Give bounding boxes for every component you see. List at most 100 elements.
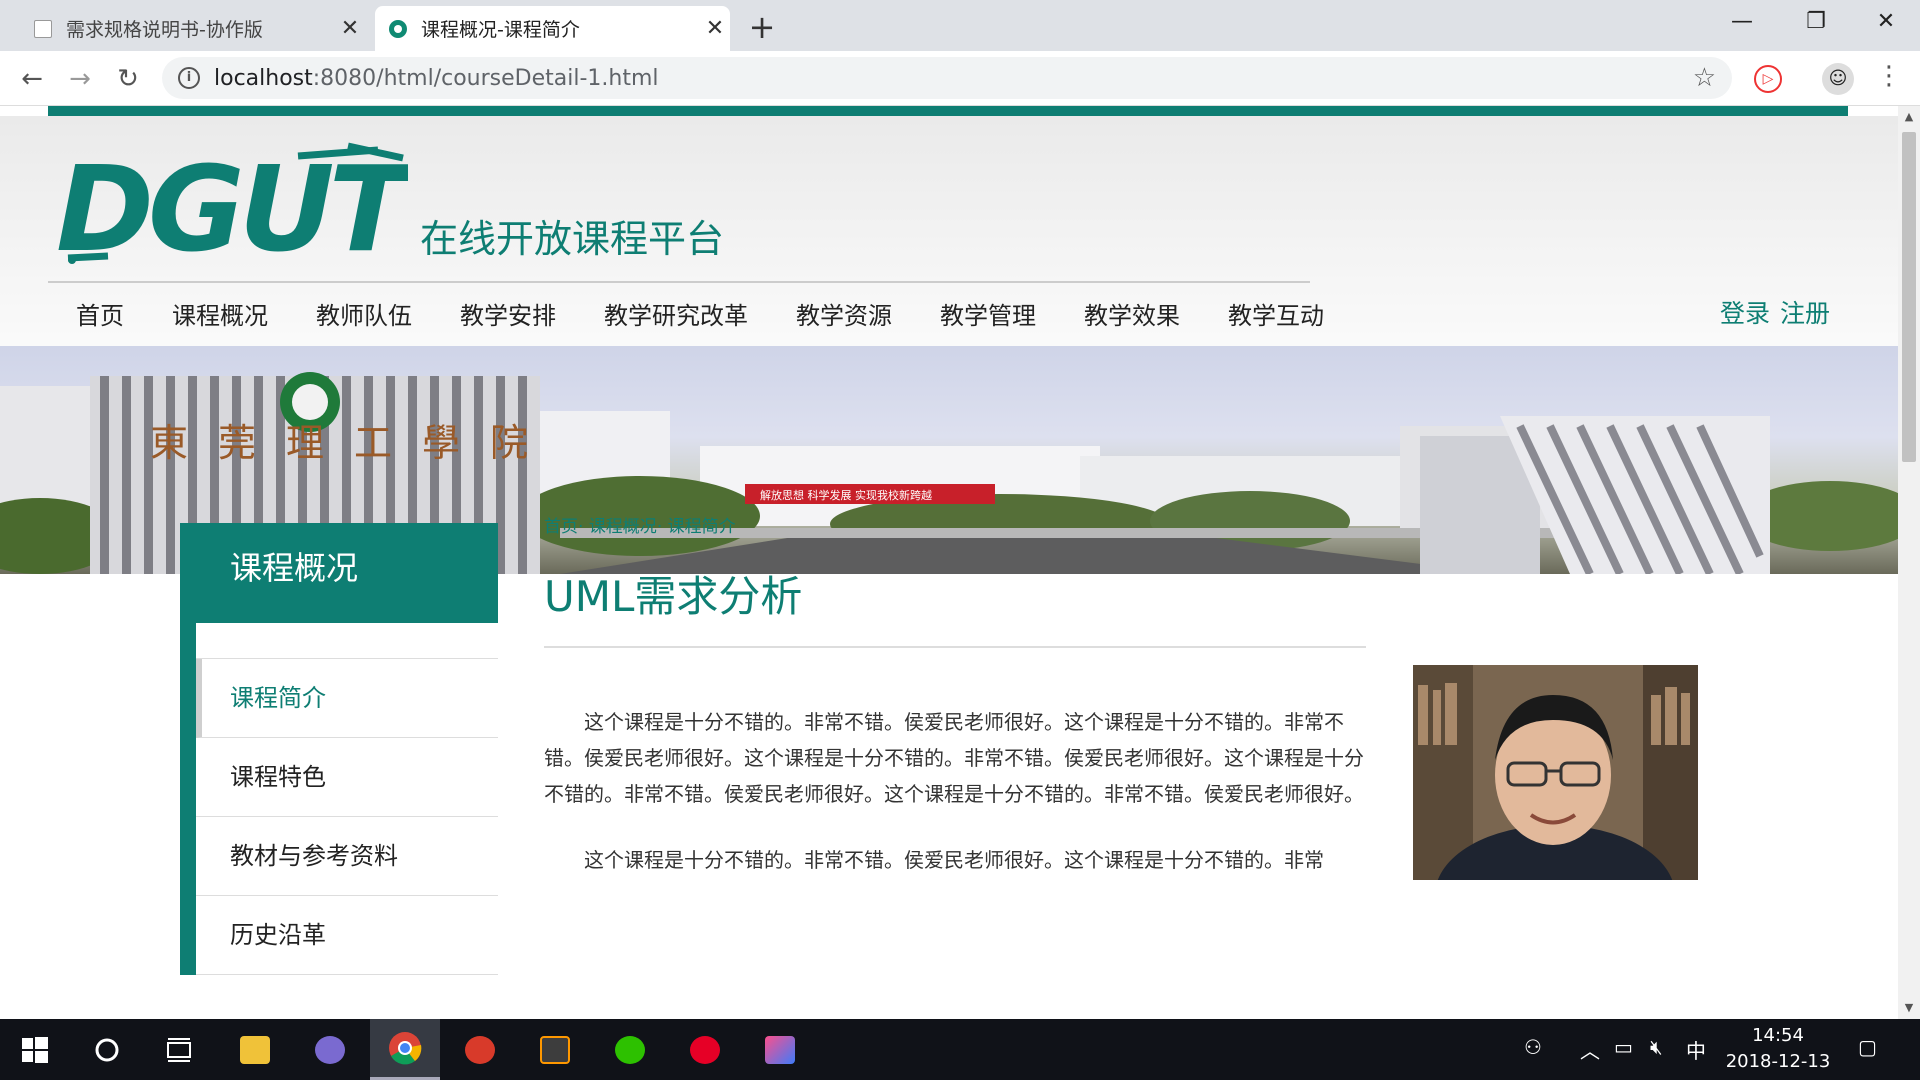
windows-taskbar: ⚇ ︿ ▭ 🔇︎ 中 14:54 2018-12-13 ▢ (0, 1019, 1920, 1080)
sidebar-item-course-intro[interactable]: 课程简介 (196, 659, 498, 738)
page-viewport: DGUT 在线开放课程平台 首页 课程概况 教师队伍 教学安排 教学研究改革 教… (0, 106, 1898, 1019)
sidebar: 课程概况 课程简介 课程特色 教材与参考资料 历史沿革 (180, 523, 498, 975)
register-link[interactable]: 注册 (1780, 299, 1830, 328)
scroll-down-icon[interactable]: ▼ (1898, 997, 1920, 1019)
nav-item-resources[interactable]: 教学资源 (796, 296, 892, 336)
tab-title: 课程概况-课程简介 (421, 19, 580, 41)
login-link[interactable]: 登录 (1720, 299, 1770, 328)
clock-time: 14:54 (1752, 1025, 1804, 1046)
breadcrumb-separator: · (578, 517, 584, 537)
tab-title: 需求规格说明书-协作版 (66, 19, 263, 41)
task-view-button[interactable] (144, 1019, 214, 1080)
new-tab-button[interactable]: + (744, 8, 780, 46)
start-button[interactable] (0, 1019, 70, 1080)
page-scrollbar[interactable]: ▲ ▼ (1898, 106, 1920, 1019)
wechat-icon (615, 1035, 645, 1064)
app-dolphin-button[interactable] (295, 1019, 365, 1080)
browser-tab-course[interactable]: 课程概况-课程简介 ✕ (375, 6, 730, 51)
main-nav: 首页 课程概况 教师队伍 教学安排 教学研究改革 教学资源 教学管理 教学效果 … (48, 296, 1372, 336)
browser-menu-icon[interactable]: ⋮ (1876, 61, 1902, 91)
header-divider (48, 281, 1310, 283)
nav-item-schedule[interactable]: 教学安排 (460, 296, 556, 336)
search-button[interactable] (72, 1019, 142, 1080)
battery-icon[interactable]: ▭ (1614, 1035, 1633, 1059)
banner-slogan: 解放思想 科学发展 实现我校新跨越 (760, 488, 932, 502)
main-content: 首页· 课程概况· 课程简介 UML需求分析 这个课程是十分不错的。非常不错。侯… (544, 512, 1366, 878)
volume-muted-icon[interactable]: 🔇︎ (1650, 1035, 1663, 1059)
forward-button[interactable]: → (62, 61, 98, 97)
intellij-button[interactable] (745, 1019, 815, 1080)
folder-icon (240, 1035, 270, 1064)
info-icon[interactable]: i (178, 67, 200, 89)
clock-date: 2018-12-13 (1725, 1051, 1831, 1072)
nav-item-course-overview[interactable]: 课程概况 (172, 296, 268, 336)
address-bar[interactable]: i localhost:8080/html/courseDetail-1.htm… (162, 57, 1732, 99)
site-favicon-icon (389, 19, 407, 38)
document-icon (34, 19, 52, 38)
notification-icon[interactable]: ▢ (1858, 1035, 1877, 1059)
site-name: 在线开放课程平台 (420, 217, 725, 261)
sidebar-heading: 课程概况 (180, 523, 498, 623)
nav-item-research[interactable]: 教学研究改革 (604, 296, 748, 336)
title-divider (544, 646, 1366, 648)
minimize-button[interactable]: — (1708, 0, 1776, 44)
browser-tab-spec[interactable]: 需求规格说明书-协作版 ✕ (20, 6, 365, 51)
people-icon[interactable]: ⚇ (1524, 1035, 1542, 1059)
svg-text:DGUT: DGUT (56, 140, 408, 273)
sidebar-item-textbooks[interactable]: 教材与参考资料 (196, 817, 498, 896)
intro-paragraph: 这个课程是十分不错的。非常不错。侯爱民老师很好。这个课程是十分不错的。非常不错。… (544, 710, 1364, 806)
tray-expand-icon[interactable]: ︿ (1580, 1035, 1600, 1064)
breadcrumb-home[interactable]: 首页 (544, 517, 578, 537)
nav-item-teachers[interactable]: 教师队伍 (316, 296, 412, 336)
auth-links: 登录 注册 (1710, 294, 1830, 330)
profile-avatar[interactable]: ☺ (1822, 63, 1854, 95)
sidebar-list: 课程简介 课程特色 教材与参考资料 历史沿革 (180, 623, 498, 975)
taskbar-clock[interactable]: 14:54 2018-12-13 (1716, 1023, 1840, 1075)
chrome-button[interactable] (370, 1019, 440, 1080)
scroll-thumb[interactable] (1902, 132, 1916, 462)
breadcrumb-overview[interactable]: 课程概况 (589, 517, 657, 537)
bookmark-star-icon[interactable]: ☆ (1693, 63, 1716, 93)
sidebar-spacer (196, 623, 498, 659)
task-view-icon (167, 1037, 191, 1062)
app-snail-button[interactable] (445, 1019, 515, 1080)
intellij-icon (765, 1035, 795, 1064)
sublime-icon (540, 1035, 570, 1064)
cortana-icon (95, 1038, 119, 1061)
banner-school-name: 東莞理工學院 (150, 421, 558, 465)
dolphin-icon (315, 1035, 345, 1064)
sidebar-item-course-features[interactable]: 课程特色 (196, 738, 498, 817)
page-title: UML需求分析 (544, 572, 803, 621)
dgut-logo[interactable]: DGUT (48, 138, 408, 273)
restore-button[interactable]: ❐ (1782, 0, 1850, 44)
url-path: :8080/html/courseDetail-1.html (312, 65, 659, 91)
browser-tab-bar: 需求规格说明书-协作版 ✕ 课程概况-课程简介 ✕ + — ❐ ✕ (0, 0, 1920, 51)
url-host: localhost (214, 65, 313, 91)
window-close-button[interactable]: ✕ (1852, 0, 1920, 44)
close-tab-icon[interactable]: ✕ (700, 16, 730, 41)
site-header: DGUT 在线开放课程平台 首页 课程概况 教师队伍 教学安排 教学研究改革 教… (0, 116, 1898, 356)
breadcrumb-separator: · (656, 517, 663, 537)
reload-button[interactable]: ↻ (110, 61, 146, 97)
chrome-icon (389, 1032, 422, 1065)
teacher-photo (1413, 665, 1698, 880)
netease-music-button[interactable] (670, 1019, 740, 1080)
sublime-button[interactable] (520, 1019, 590, 1080)
nav-item-management[interactable]: 教学管理 (940, 296, 1036, 336)
scroll-up-icon[interactable]: ▲ (1898, 106, 1920, 128)
ime-indicator[interactable]: 中 (1686, 1035, 1706, 1064)
extension-icon[interactable]: ▷ (1754, 65, 1782, 93)
sidebar-item-history[interactable]: 历史沿革 (196, 896, 498, 975)
back-button[interactable]: ← (14, 61, 50, 97)
browser-toolbar: ← → ↻ i localhost:8080/html/courseDetail… (0, 51, 1920, 106)
nav-item-interaction[interactable]: 教学互动 (1228, 296, 1324, 336)
close-tab-icon[interactable]: ✕ (335, 16, 365, 41)
top-accent-bar (48, 106, 1848, 116)
nav-item-effects[interactable]: 教学效果 (1084, 296, 1180, 336)
wechat-button[interactable] (595, 1019, 665, 1080)
breadcrumb: 首页· 课程概况· 课程简介 (544, 512, 1366, 537)
breadcrumb-current[interactable]: 课程简介 (668, 517, 736, 537)
snail-icon (465, 1035, 495, 1064)
file-explorer-button[interactable] (220, 1019, 290, 1080)
nav-item-home[interactable]: 首页 (76, 296, 124, 336)
